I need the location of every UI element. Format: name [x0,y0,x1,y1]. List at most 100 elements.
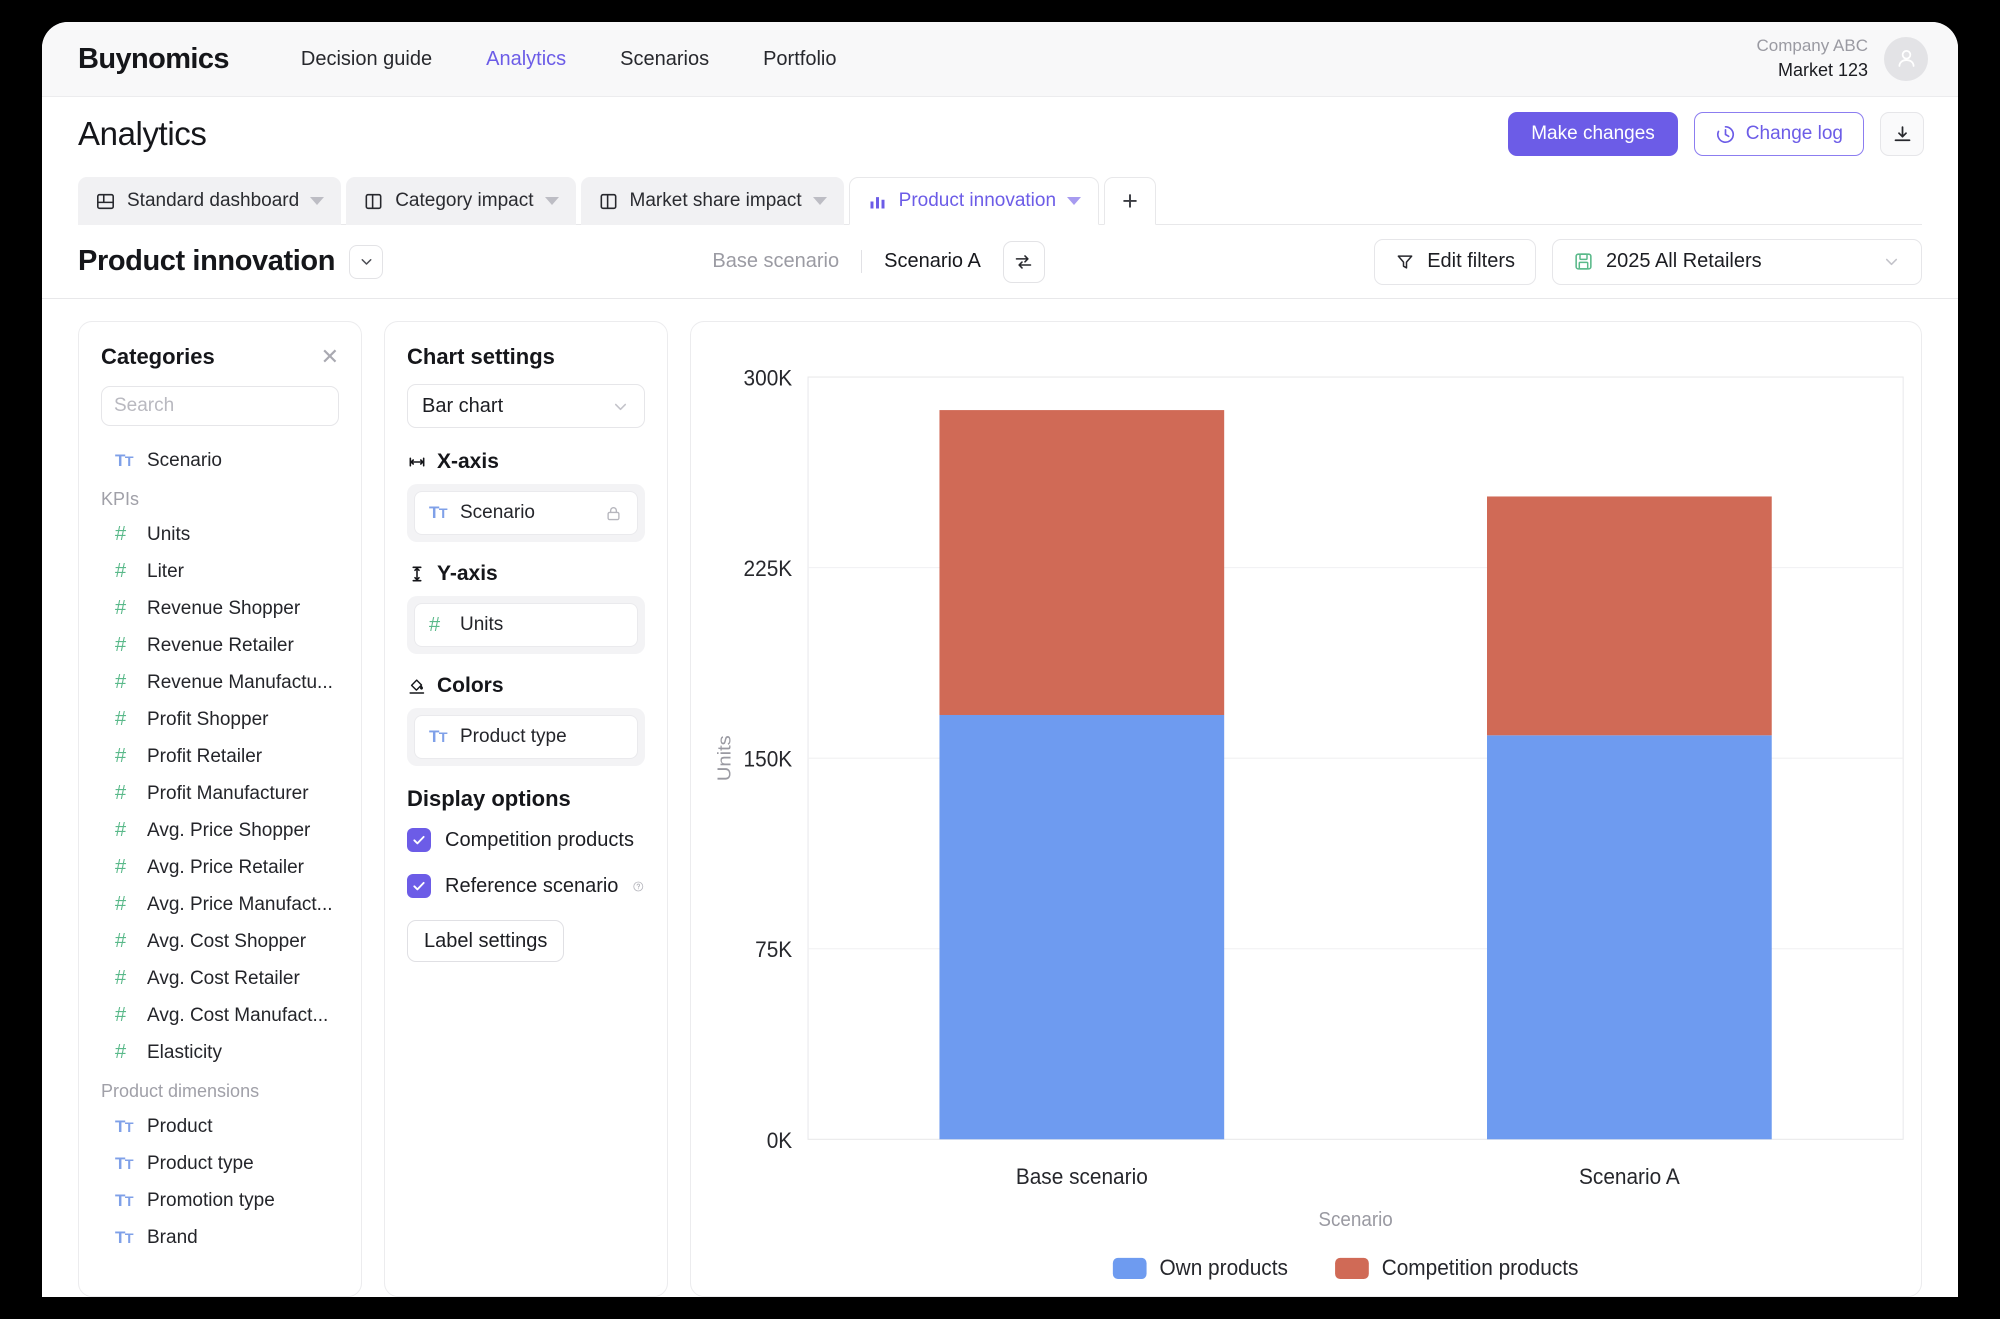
category-item-units[interactable]: # Units [101,516,339,553]
tab-label: Market share impact [629,190,802,211]
x-axis-title: Scenario [1318,1209,1393,1232]
bar-segment[interactable] [939,714,1225,1140]
tab-category-impact[interactable]: Category impact [346,177,576,225]
category-item-brand[interactable]: TT Brand [101,1219,339,1256]
tab-standard-dashboard[interactable]: Standard dashboard [78,177,342,225]
tab-product-innovation[interactable]: Product innovation [848,177,1100,225]
number-type-icon: # [115,523,127,545]
category-item-avg-cost-manufacturer[interactable]: # Avg. Cost Manufact... [101,997,339,1034]
x-axis-tick-label: Scenario A [1579,1164,1680,1189]
x-axis-label-text: X-axis [437,450,499,473]
number-type-icon: # [115,967,127,989]
y-axis-field-wrap: # Units [407,596,645,654]
y-axis-field[interactable]: # Units [414,603,638,647]
vertical-axis-icon [412,566,422,582]
bar-segment[interactable] [1487,496,1772,736]
close-icon[interactable]: ✕ [321,346,339,368]
add-tab-button[interactable]: + [1104,177,1157,225]
change-log-button[interactable]: Change log [1693,112,1864,156]
y-axis-label-text: Y-axis [437,562,498,585]
category-item-label: Scenario [147,449,222,471]
chevron-down-icon[interactable] [310,197,325,205]
category-item-label: Liter [147,560,184,582]
category-item-label: Avg. Cost Manufact... [147,1004,329,1026]
y-axis-tick-label: 225K [744,556,793,581]
reference-scenario-checkbox[interactable] [407,874,431,898]
chevron-down-icon[interactable] [1067,197,1082,205]
x-axis-field[interactable]: TT Scenario [414,491,638,535]
x-axis-section-label: X-axis [407,450,645,474]
base-scenario-label[interactable]: Base scenario [712,250,863,273]
category-item-avg-cost-shopper[interactable]: # Avg. Cost Shopper [101,923,339,960]
colors-field[interactable]: TT Product type [414,715,638,759]
chevron-down-icon[interactable] [812,197,827,205]
category-item-profit-retailer[interactable]: # Profit Retailer [101,738,339,775]
number-type-icon: # [115,597,127,619]
nav-link-decision-guide[interactable]: Decision guide [301,48,432,71]
category-item-avg-price-retailer[interactable]: # Avg. Price Retailer [101,849,339,886]
retailers-select[interactable]: 2025 All Retailers [1552,238,1922,285]
brand-logo[interactable]: Buynomics [78,43,230,76]
stacked-bar-chart[interactable]: 0K 75K 150K 225K 300K Units Base scenario Scena… [691,322,1921,1296]
edit-filters-button[interactable]: Edit filters [1374,238,1536,285]
competition-products-checkbox[interactable] [407,828,431,852]
category-item-avg-cost-retailer[interactable]: # Avg. Cost Retailer [101,960,339,997]
y-axis-tick-label: 150K [744,747,793,772]
search-input[interactable] [114,395,359,417]
number-type-icon: # [115,930,127,952]
chart-settings-panel: Chart settings Bar chart X-axis TT Scena… [384,321,668,1297]
app-window: Buynomics Decision guide Analytics Scena… [42,22,1958,1297]
avatar[interactable] [1884,36,1928,81]
category-item-promotion-type[interactable]: TT Promotion type [101,1182,339,1219]
category-item-label: Brand [147,1226,198,1248]
category-item-product-type[interactable]: TT Product type [101,1145,339,1182]
x-axis-value: Scenario [460,502,535,523]
legend-swatch [1112,1257,1147,1280]
nav-link-scenarios[interactable]: Scenarios [620,48,709,71]
category-item-avg-price-manufacturer[interactable]: # Avg. Price Manufact... [101,886,339,923]
y-axis-value: Units [460,614,504,635]
label-settings-label: Label settings [424,929,548,952]
text-type-icon: TT [115,1153,134,1173]
category-item-label: Avg. Cost Retailer [147,967,300,989]
chevron-down-icon[interactable] [544,197,559,205]
category-item-avg-price-shopper[interactable]: # Avg. Price Shopper [101,812,339,849]
category-item-revenue-retailer[interactable]: # Revenue Retailer [101,627,339,664]
nav-link-analytics[interactable]: Analytics [486,48,566,71]
category-item-label: Product [147,1115,213,1137]
user-account-block[interactable]: Company ABC Market 123 [1757,35,1928,82]
bar-segment[interactable] [939,410,1225,715]
category-item-profit-shopper[interactable]: # Profit Shopper [101,701,339,738]
number-type-icon: # [115,1041,127,1063]
tab-market-share-impact[interactable]: Market share impact [580,177,844,225]
text-type-icon: TT [115,1190,134,1210]
chart-type-select[interactable]: Bar chart [407,384,645,428]
label-settings-button[interactable]: Label settings [407,920,565,962]
download-button[interactable] [1880,112,1924,156]
filter-icon [1397,254,1413,269]
number-type-icon: # [429,613,441,636]
swap-scenarios-button[interactable] [1002,240,1045,283]
y-axis-tick-label: 0K [767,1128,793,1153]
category-item-profit-manufacturer[interactable]: # Profit Manufacturer [101,775,339,812]
category-item-revenue-shopper[interactable]: # Revenue Shopper [101,590,339,627]
paint-bucket-icon [409,679,425,694]
number-type-icon: # [115,1004,127,1026]
compare-scenario-label[interactable]: Scenario A [862,250,1003,273]
help-circle-icon[interactable] [632,876,645,897]
bar-segment[interactable] [1487,735,1772,1140]
edit-filters-label: Edit filters [1427,250,1515,272]
download-icon [1894,125,1910,141]
category-item-label: Promotion type [147,1189,275,1211]
category-item-product[interactable]: TT Product [101,1108,339,1145]
category-item-scenario[interactable]: TT Scenario [101,442,339,479]
number-type-icon: # [115,560,127,582]
category-item-elasticity[interactable]: # Elasticity [101,1034,339,1071]
make-changes-button[interactable]: Make changes [1508,112,1678,156]
layout-icon [600,193,616,209]
category-item-revenue-manufacturer[interactable]: # Revenue Manufactu... [101,664,339,701]
search-box[interactable] [101,386,359,426]
dashboard-title-dropdown[interactable] [349,244,384,279]
category-item-liter[interactable]: # Liter [101,553,339,590]
nav-link-portfolio[interactable]: Portfolio [763,48,836,71]
